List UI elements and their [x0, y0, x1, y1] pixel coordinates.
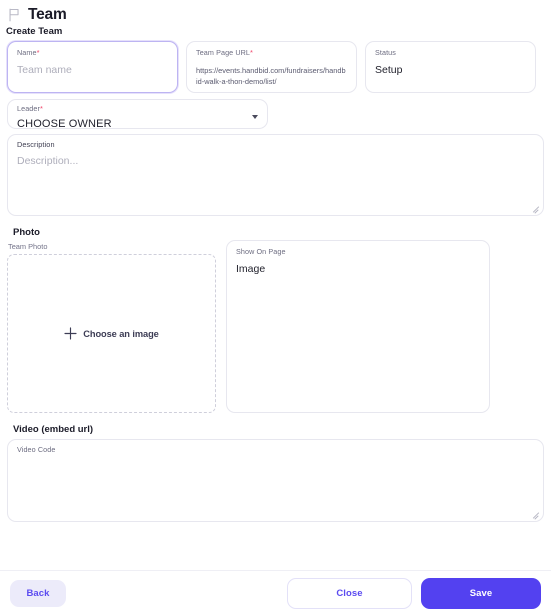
back-button[interactable]: Back [10, 580, 66, 607]
name-required-marker: * [36, 48, 40, 57]
status-label: Status [375, 48, 396, 57]
top-fields-row: Name* Team name Team Page URL* https://e… [0, 41, 551, 93]
status-value: Setup [375, 63, 403, 76]
leader-required-marker: * [39, 104, 44, 113]
flag-icon [8, 8, 21, 22]
resize-handle-icon[interactable] [532, 204, 540, 212]
video-code-label: Video Code [17, 445, 56, 454]
status-field: Status Setup [365, 41, 536, 93]
leader-label: Leader* [17, 104, 44, 113]
team-create-page: Team Create Team Name* Team name Team Pa… [0, 0, 551, 616]
url-required-marker: * [250, 48, 254, 57]
show-on-page-label: Show On Page [236, 247, 286, 256]
leader-value: CHOOSE OWNER [17, 118, 112, 131]
page-title: Team [28, 6, 67, 23]
photo-section: Photo Team Photo Choose an image Show On… [0, 227, 551, 413]
name-label: Name* [17, 48, 40, 57]
team-page-url-value: https://events.handbid.com/fundraisers/h… [196, 66, 346, 86]
photo-row: Choose an image Show On Page Image [7, 240, 544, 413]
name-input[interactable]: Team name [17, 64, 72, 76]
description-textarea[interactable]: Description Description... [7, 134, 544, 216]
show-on-page-field[interactable]: Show On Page Image [226, 240, 490, 413]
description-input[interactable]: Description... [17, 155, 78, 167]
create-team-heading: Create Team [6, 26, 63, 37]
description-label: Description [17, 140, 55, 149]
footer-actions: Back Close Save [0, 570, 551, 616]
leader-select[interactable]: Leader* CHOOSE OWNER [7, 99, 268, 131]
dropzone-inner: Choose an image [64, 327, 159, 340]
photo-dropzone[interactable]: Choose an image [7, 254, 216, 413]
save-button[interactable]: Save [421, 578, 541, 609]
video-heading: Video (embed url) [13, 424, 94, 435]
chevron-down-icon[interactable] [252, 115, 258, 119]
choose-image-label: Choose an image [83, 328, 159, 339]
video-code-textarea[interactable]: Video Code [7, 439, 544, 522]
close-button[interactable]: Close [287, 578, 412, 609]
plus-icon [64, 327, 77, 340]
team-page-url-label: Team Page URL* [196, 48, 254, 57]
resize-handle-icon[interactable] [532, 510, 540, 518]
photo-heading: Photo [13, 227, 40, 238]
video-section: Video (embed url) Video Code [0, 424, 551, 522]
team-page-url-field[interactable]: Team Page URL* https://events.handbid.co… [186, 41, 357, 93]
name-field[interactable]: Name* Team name [7, 41, 178, 93]
page-header: Team [0, 0, 551, 26]
show-on-page-value: Image [236, 262, 266, 275]
